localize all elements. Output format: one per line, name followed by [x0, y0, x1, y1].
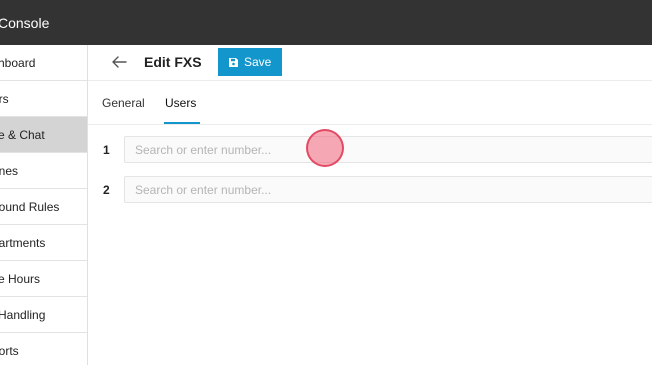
sidebar-item-office-hours[interactable]: ce Hours: [0, 261, 87, 297]
sidebar-item-departments[interactable]: partments: [0, 225, 87, 261]
user-row-number: 1: [103, 143, 110, 157]
cursor-indicator: [306, 129, 344, 167]
top-bar: Console: [0, 0, 652, 45]
user-search-input-1[interactable]: [124, 136, 652, 163]
sidebar-item-label: l Handling: [0, 308, 46, 322]
sidebar-item-label: ers: [0, 92, 9, 106]
sidebar-item-inbound-rules[interactable]: bound Rules: [0, 189, 87, 225]
sidebar-item-label: partments: [0, 236, 46, 250]
sidebar-item-label: ones: [0, 164, 19, 178]
save-button[interactable]: Save: [218, 48, 282, 76]
save-button-label: Save: [244, 55, 272, 69]
page-title: Edit FXS: [144, 54, 202, 70]
sidebar-item-label: ports: [0, 344, 19, 358]
sidebar-item-voice-chat[interactable]: ce & Chat: [0, 117, 87, 153]
sidebar-item-label: bound Rules: [0, 200, 60, 214]
tab-general[interactable]: General: [102, 96, 145, 110]
sidebar: shboard ers ce & Chat ones bound Rules p…: [0, 45, 88, 365]
floppy-disk-icon: [229, 58, 238, 67]
tab-bar: General Users: [88, 81, 652, 125]
sidebar-item-label: ce & Chat: [0, 128, 45, 142]
sidebar-item-users[interactable]: ers: [0, 81, 87, 117]
user-search-input-2[interactable]: [124, 176, 652, 203]
back-arrow-icon[interactable]: [110, 54, 128, 70]
app-title: Console: [0, 15, 50, 31]
sidebar-item-phones[interactable]: ones: [0, 153, 87, 189]
sidebar-item-reports[interactable]: ports: [0, 333, 87, 365]
page-header: Edit FXS Save: [88, 45, 652, 81]
sidebar-item-label: shboard: [0, 56, 36, 70]
sidebar-item-dashboard[interactable]: shboard: [0, 45, 87, 81]
sidebar-item-label: ce Hours: [0, 272, 41, 286]
sidebar-item-call-handling[interactable]: l Handling: [0, 297, 87, 333]
active-tab-indicator: [164, 122, 200, 124]
user-row-number: 2: [103, 183, 110, 197]
tab-users[interactable]: Users: [165, 96, 196, 110]
